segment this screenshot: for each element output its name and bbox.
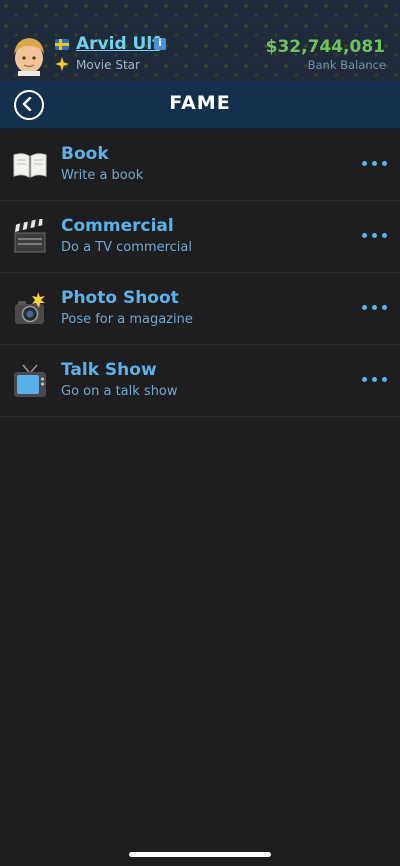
clapperboard-icon — [13, 219, 46, 253]
page-title: FAME — [169, 92, 231, 114]
home-indicator[interactable] — [129, 852, 271, 857]
item-subtitle: Go on a talk show — [61, 384, 178, 399]
item-subtitle: Pose for a magazine — [61, 312, 193, 327]
item-title: Book — [61, 144, 109, 164]
more-options-icon[interactable] — [362, 305, 388, 311]
sparkle-star-icon — [55, 57, 69, 71]
item-subtitle: Do a TV commercial — [61, 240, 192, 255]
more-options-icon[interactable] — [362, 161, 388, 167]
list-item-commercial[interactable]: Commercial Do a TV commercial — [0, 201, 400, 273]
item-subtitle: Write a book — [61, 168, 144, 183]
bank-balance-value: $32,744,081 — [265, 37, 385, 57]
book-icon — [13, 153, 47, 178]
activity-list: Book Write a book Commercial Do a TV com… — [0, 129, 400, 417]
item-title: Commercial — [61, 216, 174, 236]
more-options-icon[interactable] — [362, 233, 388, 239]
more-options-icon[interactable] — [362, 377, 388, 383]
item-title: Talk Show — [61, 360, 157, 380]
info-icon[interactable]: i — [154, 38, 166, 50]
television-icon — [14, 364, 46, 397]
camera-flash-icon — [15, 292, 45, 324]
job-title: Movie Star — [76, 58, 140, 72]
item-title: Photo Shoot — [61, 288, 179, 308]
list-item-book[interactable]: Book Write a book — [0, 129, 400, 201]
list-item-photo-shoot[interactable]: Photo Shoot Pose for a magazine — [0, 273, 400, 345]
country-flag-icon — [55, 39, 69, 50]
profile-bar: Arvid Ulf i Movie Star $32,744,081 Bank … — [0, 0, 400, 81]
list-item-talk-show[interactable]: Talk Show Go on a talk show — [0, 345, 400, 417]
page-header: FAME — [0, 81, 400, 129]
username-link[interactable]: Arvid Ulf — [76, 34, 160, 54]
bank-balance-label: Bank Balance — [307, 58, 386, 72]
avatar[interactable] — [10, 34, 48, 76]
